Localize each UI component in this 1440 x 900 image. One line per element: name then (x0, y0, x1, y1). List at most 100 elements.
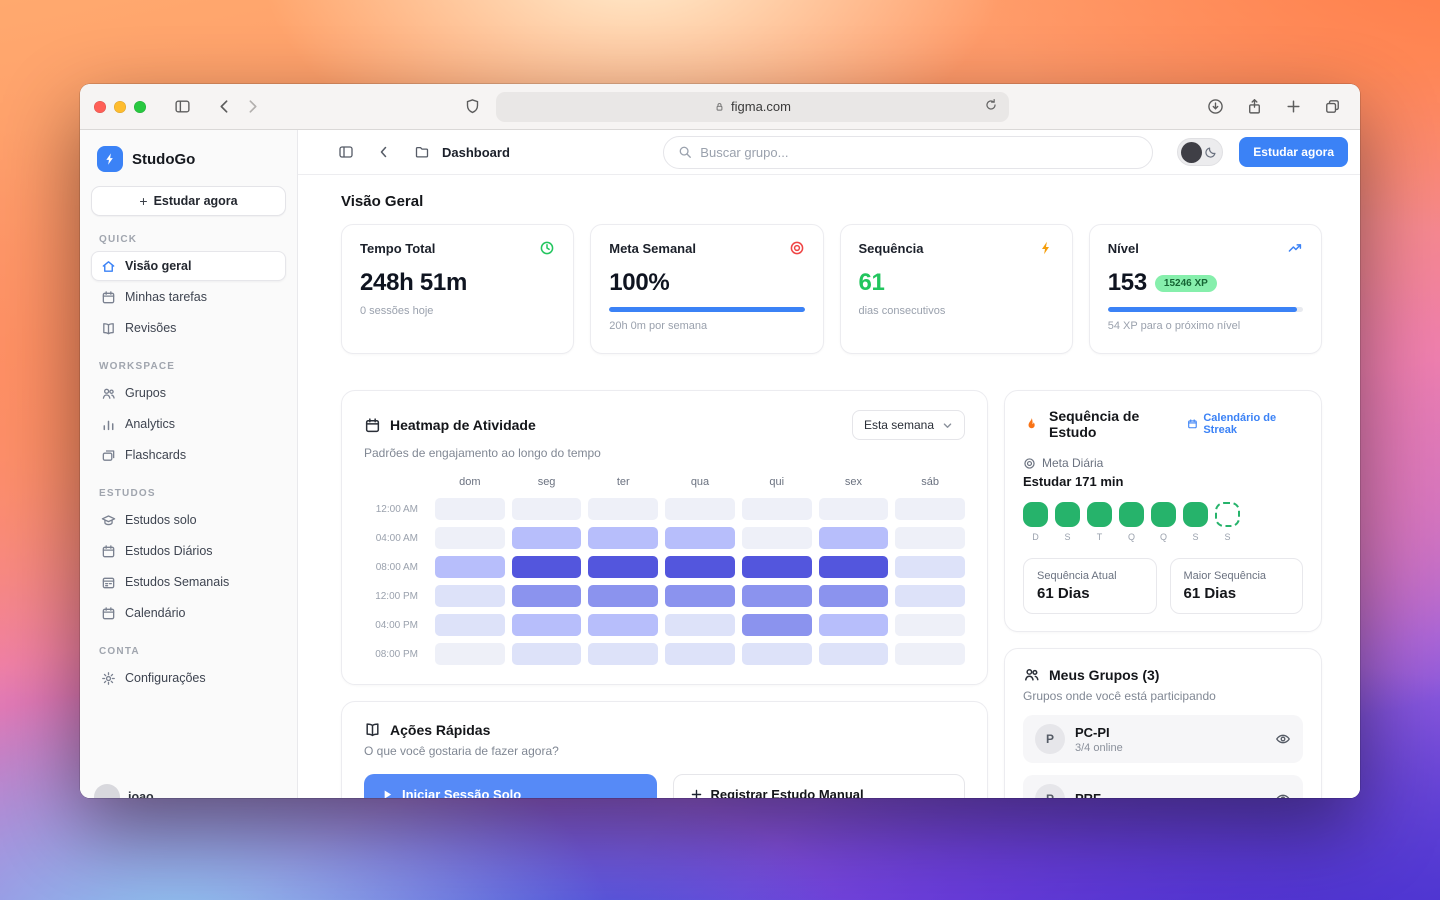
calendar-icon (1187, 418, 1198, 430)
heatmap-cell[interactable] (742, 643, 812, 665)
heatmap-cell[interactable] (665, 498, 735, 520)
clock-icon (539, 240, 555, 256)
heatmap-cell[interactable] (588, 585, 658, 607)
sidebar-item-configuracoes[interactable]: Configurações (91, 663, 286, 693)
app-name: StudoGo (132, 151, 195, 168)
sidebar-item-minhas-tarefas[interactable]: Minhas tarefas (91, 282, 286, 312)
minimize-window-button[interactable] (114, 101, 126, 113)
heatmap-cell[interactable] (895, 585, 965, 607)
theme-toggle[interactable] (1177, 138, 1223, 166)
group-item-prf[interactable]: P PRF (1023, 775, 1303, 798)
heatmap-cell[interactable] (895, 643, 965, 665)
heatmap-cell[interactable] (895, 498, 965, 520)
downloads-icon[interactable] (1201, 93, 1229, 121)
heatmap-cell[interactable] (819, 643, 889, 665)
sidebar-item-visao-geral[interactable]: Visão geral (91, 251, 286, 281)
refresh-icon[interactable] (984, 98, 1002, 116)
desktop-wallpaper: figma.com (0, 0, 1440, 900)
heatmap-cell[interactable] (819, 585, 889, 607)
heatmap-cell[interactable] (512, 614, 582, 636)
share-icon[interactable] (1240, 93, 1268, 121)
heatmap-cell[interactable] (435, 527, 505, 549)
forward-icon[interactable] (238, 93, 266, 121)
heatmap-cell[interactable] (512, 643, 582, 665)
heatmap-cell[interactable] (665, 614, 735, 636)
heatmap-cell[interactable] (588, 614, 658, 636)
heatmap-cell[interactable] (742, 585, 812, 607)
heatmap-cell[interactable] (819, 527, 889, 549)
heatmap-cell[interactable] (435, 614, 505, 636)
heatmap-cell[interactable] (819, 614, 889, 636)
heatmap-cell[interactable] (742, 527, 812, 549)
heatmap-cell[interactable] (819, 556, 889, 578)
heatmap-cell[interactable] (512, 585, 582, 607)
heatmap-cell[interactable] (665, 527, 735, 549)
register-manual-study-button[interactable]: Registrar Estudo Manual Adicione uma ses… (673, 774, 966, 798)
heatmap-cell[interactable] (895, 614, 965, 636)
sidebar-item-flashcards[interactable]: Flashcards (91, 440, 286, 470)
current-streak-label: Sequência Atual (1037, 570, 1143, 582)
study-now-cta-button[interactable]: Estudar agora (1239, 137, 1348, 167)
heatmap-cell[interactable] (512, 556, 582, 578)
stat-label: Nível (1108, 241, 1139, 256)
heatmap-cell[interactable] (435, 498, 505, 520)
heatmap-cell[interactable] (435, 585, 505, 607)
tab-overview-icon[interactable] (1318, 93, 1346, 121)
back-icon[interactable] (210, 93, 238, 121)
sidebar-item-revisoes[interactable]: Revisões (91, 313, 286, 343)
heatmap-cell[interactable] (819, 498, 889, 520)
zoom-window-button[interactable] (134, 101, 146, 113)
heatmap-cell[interactable] (588, 643, 658, 665)
heatmap-cell[interactable] (588, 556, 658, 578)
stat-sub: 54 XP para o próximo nível (1108, 320, 1303, 332)
sidebar-item-grupos[interactable]: Grupos (91, 378, 286, 408)
nav-back-icon[interactable] (372, 140, 396, 164)
sidebar-study-now-button[interactable]: + Estudar agora (91, 186, 286, 216)
sidebar-item-estudos-semanais[interactable]: Estudos Semanais (91, 567, 286, 597)
heatmap-cell[interactable] (588, 527, 658, 549)
heatmap-cell[interactable] (512, 498, 582, 520)
close-window-button[interactable] (94, 101, 106, 113)
stat-sub: 20h 0m por semana (609, 320, 804, 332)
sidebar-user-row[interactable]: joao (94, 784, 154, 798)
streak-day-pending-icon (1215, 502, 1240, 527)
heatmap-range-select[interactable]: Esta semana (852, 410, 965, 440)
heatmap-cell[interactable] (588, 498, 658, 520)
eye-icon[interactable] (1275, 791, 1291, 798)
sidebar-item-estudos-solo[interactable]: Estudos solo (91, 505, 286, 535)
heatmap-cell[interactable] (895, 556, 965, 578)
new-tab-icon[interactable] (1279, 93, 1307, 121)
sidebar-item-label: Revisões (125, 321, 176, 335)
sidebar-item-calendario[interactable]: Calendário (91, 598, 286, 628)
heatmap-time-label: 04:00 PM (364, 620, 428, 631)
address-bar[interactable]: figma.com (496, 92, 1009, 122)
search-input[interactable] (700, 145, 1138, 160)
heatmap-cell[interactable] (742, 614, 812, 636)
heatmap-cell[interactable] (435, 643, 505, 665)
eye-icon[interactable] (1275, 731, 1291, 747)
heatmap-cell[interactable] (435, 556, 505, 578)
heatmap-cell[interactable] (665, 556, 735, 578)
group-item-pcpi[interactable]: P PC-PI 3/4 online (1023, 715, 1303, 763)
sidebar-item-analytics[interactable]: Analytics (91, 409, 286, 439)
app-root: StudoGo + Estudar agora QUICK Visão gera… (80, 130, 1360, 798)
panel-toggle-icon[interactable] (334, 140, 358, 164)
start-solo-session-button[interactable]: Iniciar Sessão Solo Comece a estudar soz… (364, 774, 657, 798)
window-controls (94, 101, 146, 113)
group-search[interactable] (663, 136, 1153, 169)
current-streak-box: Sequência Atual 61 Dias (1023, 558, 1157, 614)
streak-day: D (1023, 502, 1048, 542)
heatmap-cell[interactable] (665, 643, 735, 665)
sidebar-item-label: Analytics (125, 417, 175, 431)
browser-sidebar-icon[interactable] (168, 93, 196, 121)
streak-day: Q (1119, 502, 1144, 542)
privacy-shield-icon[interactable] (458, 93, 486, 121)
heatmap-cell[interactable] (895, 527, 965, 549)
heatmap-cell[interactable] (742, 498, 812, 520)
streak-calendar-link[interactable]: Calendário de Streak (1187, 412, 1303, 436)
heatmap-cell[interactable] (512, 527, 582, 549)
heatmap-cell[interactable] (665, 585, 735, 607)
heatmap-cell[interactable] (742, 556, 812, 578)
bar-chart-icon (101, 417, 116, 432)
sidebar-item-estudos-diarios[interactable]: Estudos Diários (91, 536, 286, 566)
